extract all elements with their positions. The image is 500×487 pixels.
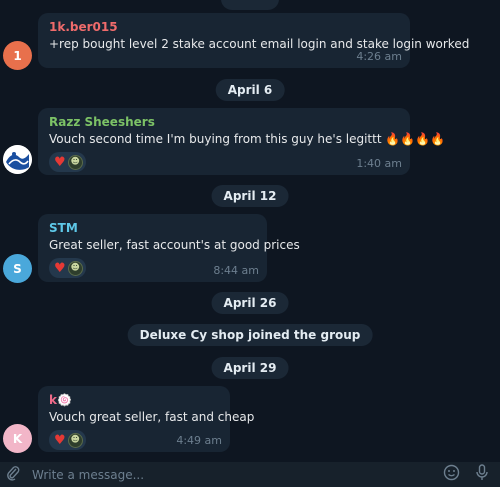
message-text: Vouch great seller, fast and cheap	[49, 410, 255, 424]
message-text: +rep bought level 2 stake account email …	[49, 37, 470, 51]
message-bubble[interactable]: 1k.ber015 +rep bought level 2 stake acco…	[38, 13, 470, 68]
message-time: 4:26 am	[356, 50, 402, 63]
sender-name[interactable]: Razz Sheeshers	[49, 115, 400, 129]
date-separator: April 29	[211, 357, 289, 379]
message-composer	[0, 462, 500, 487]
message-time: 1:40 am	[356, 157, 402, 170]
message-bubble[interactable]: Razz Sheeshers Vouch second time I'm buy…	[38, 108, 446, 175]
date-separator: April 6	[215, 79, 285, 101]
heart-icon: ♥	[54, 432, 66, 448]
avatar[interactable]: S	[3, 254, 32, 283]
reactions-bar[interactable]: ♥ ☻	[49, 152, 86, 172]
avatar[interactable]: 1	[3, 41, 32, 70]
heart-icon: ♥	[54, 260, 66, 276]
date-separator	[221, 0, 279, 10]
reactor-avatar: ☻	[67, 154, 83, 170]
avatar-letter: 1	[13, 48, 22, 63]
microphone-icon[interactable]	[464, 464, 500, 485]
message-text: Vouch second time I'm buying from this g…	[49, 132, 446, 146]
avatar[interactable]	[3, 145, 32, 174]
reactions-bar[interactable]: ♥ ☻	[49, 430, 86, 450]
emoji-icon[interactable]	[438, 464, 464, 485]
message-input[interactable]	[26, 467, 438, 482]
date-separator: April 26	[211, 292, 289, 314]
message-time: 4:49 am	[176, 434, 222, 447]
avatar-letter: K	[12, 431, 23, 446]
sender-name[interactable]: STM	[49, 221, 257, 235]
heart-icon: ♥	[54, 154, 66, 170]
reactor-avatar: ☻	[67, 432, 83, 448]
reactor-avatar: ☻	[67, 260, 83, 276]
reactions-bar[interactable]: ♥ ☻	[49, 258, 86, 278]
message-bubble[interactable]: k🍥 Vouch great seller, fast and cheap ♥ …	[38, 386, 255, 452]
message-text: Great seller, fast account's at good pri…	[49, 238, 300, 252]
paperclip-icon[interactable]	[0, 465, 26, 485]
sender-name[interactable]: k🍥	[49, 393, 220, 407]
message-bubble[interactable]: STM Great seller, fast account's at good…	[38, 214, 300, 282]
sender-name[interactable]: 1k.ber015	[49, 20, 400, 34]
date-separator: April 12	[211, 185, 289, 207]
service-message: Deluxe Cy shop joined the group	[127, 324, 373, 346]
wave-logo-icon	[3, 145, 32, 174]
avatar[interactable]: K	[3, 424, 32, 453]
chat-history[interactable]: 1 1k.ber015 +rep bought level 2 stake ac…	[0, 0, 500, 460]
avatar-letter: S	[13, 261, 22, 276]
message-time: 8:44 am	[213, 264, 259, 277]
